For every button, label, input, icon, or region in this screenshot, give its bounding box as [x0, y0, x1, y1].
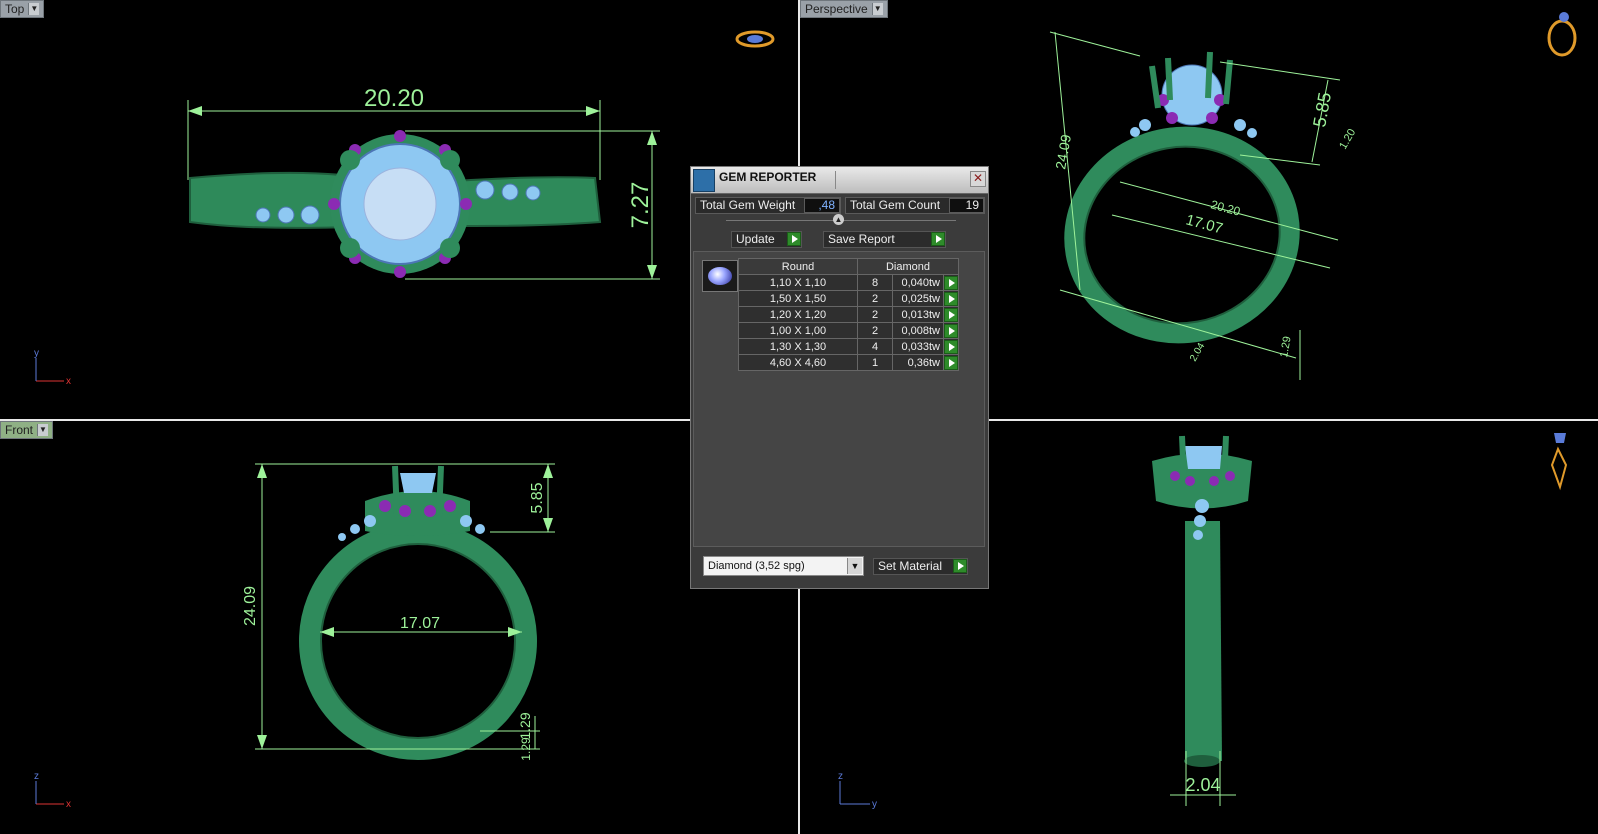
persp-dim-bottom-left: 2.04	[1188, 341, 1207, 364]
play-icon	[944, 307, 958, 322]
app-logo-icon	[693, 169, 715, 192]
table-row[interactable]: 4,60 X 4,60 1 0,36tw	[738, 354, 959, 371]
top-axis-y: y	[34, 348, 39, 359]
table-row[interactable]: 1,50 X 1,50 2 0,025tw	[738, 290, 959, 307]
dialog-title: GEM REPORTER	[719, 170, 817, 184]
persp-dim-height: 24.09	[1052, 133, 1074, 170]
row-select-button[interactable]	[943, 274, 959, 291]
front-dim-height: 24.09	[242, 586, 259, 626]
play-icon	[787, 232, 801, 246]
gem-table: Round Diamond 1,10 X 1,10 8 0,040tw 1,50…	[738, 258, 959, 371]
top-view-canvas: 20.20 7.27 y x	[34, 30, 775, 387]
gem-reporter-titlebar[interactable]: GEM REPORTER ✕	[691, 167, 988, 194]
material-select-value: Diamond (3,52 spg)	[708, 560, 805, 572]
col-shape: Round	[738, 258, 858, 275]
front-axis-z: z	[34, 771, 39, 782]
front-dim-top: 5.85	[529, 482, 546, 513]
total-gem-weight-value: ,48	[804, 198, 840, 213]
front-dim-bottom-2: 1.29	[519, 737, 533, 761]
viewport-label-front[interactable]: Front ▼	[0, 421, 54, 439]
persp-dim-outer: 20.20	[1209, 197, 1242, 218]
play-icon	[931, 232, 945, 246]
table-row[interactable]: 1,20 X 1,20 2 0,013tw	[738, 306, 959, 323]
table-row[interactable]: 1,10 X 1,10 8 0,040tw	[738, 274, 959, 291]
gem-reporter-dialog[interactable]: GEM REPORTER ✕ Total Gem Weight ,48 Tota…	[690, 166, 989, 589]
top-dim-height: 7.27	[627, 182, 654, 229]
chevron-down-icon[interactable]: ▼	[37, 424, 49, 436]
persp-dim-top-small: 1.20	[1337, 127, 1358, 152]
play-icon	[944, 275, 958, 290]
chevron-down-icon[interactable]: ▼	[847, 558, 862, 574]
top-dim-width: 20.20	[364, 85, 424, 112]
right-dim-bottom: 2.04	[1185, 775, 1220, 795]
col-material: Diamond	[857, 258, 959, 275]
viewport-top[interactable]: 20.20 7.27 y x Top ▼	[0, 0, 798, 419]
persp-dim-top: 5.85	[1309, 91, 1335, 129]
viewport-front[interactable]: 24.09 5.85 17.07 1.29 1.29 z x Front ▼	[0, 421, 798, 834]
row-select-button[interactable]	[943, 354, 959, 371]
set-material-button[interactable]: Set Material	[873, 558, 968, 575]
ring-orientation-icon[interactable]	[1547, 19, 1577, 57]
chevron-down-icon[interactable]: ▼	[28, 3, 40, 15]
front-dim-inner: 17.07	[400, 615, 440, 632]
update-button[interactable]: Update	[731, 231, 802, 248]
play-icon	[944, 323, 958, 338]
front-view-canvas: 24.09 5.85 17.07 1.29 1.29 z x	[34, 463, 555, 810]
chevron-down-icon[interactable]: ▼	[871, 3, 883, 15]
table-header: Round Diamond	[738, 258, 959, 275]
collapse-arrow-icon[interactable]: ▲	[833, 214, 844, 225]
material-select[interactable]: Diamond (3,52 spg) ▼	[703, 556, 864, 576]
viewport-label-top[interactable]: Top ▼	[0, 0, 45, 18]
save-report-button[interactable]: Save Report	[823, 231, 946, 248]
top-axis-x: x	[66, 376, 71, 387]
viewport-label-perspective[interactable]: Perspective ▼	[800, 0, 888, 18]
front-axis-x: x	[66, 799, 71, 810]
row-select-button[interactable]	[943, 338, 959, 355]
play-icon	[953, 559, 967, 573]
table-row[interactable]: 1,00 X 1,00 2 0,008tw	[738, 322, 959, 339]
play-icon	[944, 339, 958, 354]
ring-orientation-icon[interactable]	[1550, 446, 1568, 491]
right-axis-z: z	[838, 771, 843, 782]
row-select-button[interactable]	[943, 290, 959, 307]
close-icon[interactable]: ✕	[970, 171, 986, 187]
row-select-button[interactable]	[943, 306, 959, 323]
play-icon	[944, 291, 958, 306]
play-icon	[944, 355, 958, 370]
gem-list-panel: Round Diamond 1,10 X 1,10 8 0,040tw 1,50…	[693, 251, 985, 547]
total-gem-count-value: 19	[949, 198, 984, 213]
titlebar-separator	[835, 171, 836, 189]
row-select-button[interactable]	[943, 322, 959, 339]
table-row[interactable]: 1,30 X 1,30 4 0,033tw	[738, 338, 959, 355]
round-diamond-icon[interactable]	[702, 260, 738, 292]
persp-dim-bottom: 1.29	[1278, 335, 1294, 358]
front-dim-bottom: 1.29	[517, 712, 533, 739]
right-axis-y: y	[872, 799, 877, 810]
